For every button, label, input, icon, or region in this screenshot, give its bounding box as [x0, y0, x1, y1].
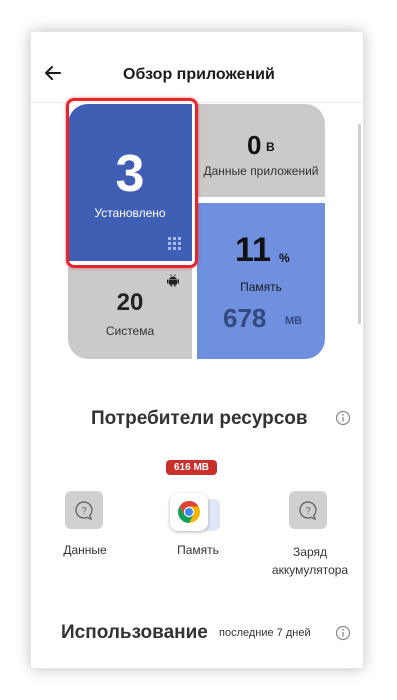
info-icon[interactable]	[335, 410, 351, 426]
svg-text:?: ?	[305, 506, 311, 517]
memory-consumer-button[interactable]	[170, 493, 225, 537]
scrollbar[interactable]	[358, 124, 361, 324]
app-data-label: Данные приложений	[203, 164, 319, 178]
app-data-unit: B	[266, 140, 275, 154]
system-count: 20	[116, 289, 144, 316]
question-chat-icon: ?	[75, 501, 93, 521]
back-arrow-icon[interactable]	[43, 63, 63, 83]
battery-consumer-button[interactable]: ?	[289, 491, 327, 529]
chrome-icon	[178, 501, 200, 523]
usage-title: Использование	[61, 622, 208, 643]
resource-consumers-title: Потребители ресурсов	[91, 408, 308, 429]
page-title: Обзор приложений	[123, 66, 275, 83]
memory-amount: 678	[223, 303, 267, 333]
memory-percent-unit: %	[279, 251, 290, 265]
svg-text:?: ?	[81, 506, 87, 517]
memory-amount-unit: MB	[285, 315, 303, 327]
system-apps-tile[interactable]: 20 Система	[68, 267, 192, 359]
memory-tile[interactable]: 11 % Память 678 MB	[197, 203, 325, 359]
top-app-bar: Обзор приложений	[31, 32, 363, 103]
battery-consumer-label: Заряд аккумулятора	[271, 545, 349, 577]
info-icon[interactable]	[335, 625, 351, 641]
chrome-icon-tile	[170, 493, 208, 531]
phone-screen: Обзор приложений 3 Установлено 0 B Данны…	[31, 32, 363, 668]
memory-usage-badge: 616 MB	[166, 460, 217, 475]
data-consumer-label: Данные	[63, 543, 107, 557]
app-data-tile[interactable]: 0 B Данные приложений	[197, 104, 325, 197]
system-label: Система	[105, 324, 155, 338]
usage-period-selector[interactable]: последние 7 дней	[219, 627, 311, 639]
question-chat-icon: ?	[299, 501, 317, 521]
data-consumer-button[interactable]: ?	[65, 491, 103, 529]
app-data-value: 0	[247, 130, 262, 160]
memory-consumer-label: Память	[177, 543, 219, 557]
android-icon	[167, 274, 179, 287]
memory-label: Память	[240, 280, 282, 294]
installed-tile-highlight	[66, 98, 198, 268]
memory-percent: 11	[235, 231, 271, 269]
